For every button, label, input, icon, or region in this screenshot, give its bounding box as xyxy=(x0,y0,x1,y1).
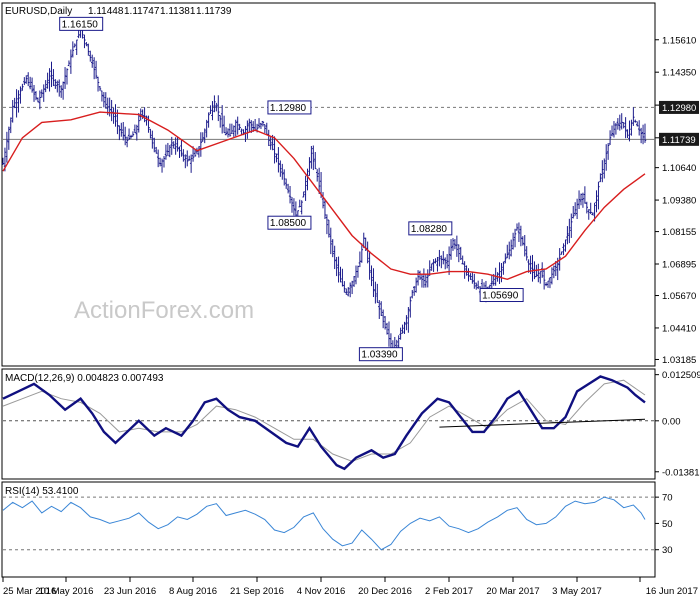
price-tag: 1.11739 xyxy=(659,132,699,146)
price-tag-label: 1.11739 xyxy=(662,135,696,146)
macd-ytick-label: -0.013813 xyxy=(662,467,700,478)
rsi-ytick-label: 50 xyxy=(662,519,673,530)
price-ytick-label: 1.15610 xyxy=(662,35,696,46)
price-tag: 1.12980 xyxy=(659,100,699,114)
annotation-label: 1.05690 xyxy=(482,291,519,302)
x-tick-label: 20 Dec 2016 xyxy=(358,586,412,597)
price-ytick-label: 1.04410 xyxy=(662,323,696,334)
price-ytick-label: 1.10640 xyxy=(662,163,696,174)
x-tick-label: 3 May 2017 xyxy=(552,586,602,597)
price-tag-label: 1.12980 xyxy=(662,103,696,114)
x-tick-label: 20 Mar 2017 xyxy=(486,586,539,597)
price-ytick-label: 1.14350 xyxy=(662,68,696,79)
annotation-box: 1.08500 xyxy=(267,215,312,230)
annotation-label: 1.08280 xyxy=(411,224,448,235)
macd-ytick-label: 0.00 xyxy=(662,416,681,427)
price-ytick-label: 1.05670 xyxy=(662,291,696,302)
chart-figure: ActionForex.com 1.156101.143501.130701.1… xyxy=(0,0,700,600)
x-tick-label: 2 Feb 2017 xyxy=(425,586,473,597)
macd-ytick-label: 0.012509 xyxy=(662,370,700,381)
ohlc-open: 1.11448 xyxy=(88,6,124,17)
x-tick-label: 21 Sep 2016 xyxy=(230,586,284,597)
x-tick-label: 8 Aug 2016 xyxy=(169,586,217,597)
annotation-box: 1.05690 xyxy=(479,288,524,303)
price-ytick-label: 1.08155 xyxy=(662,227,696,238)
macd-title: MACD(12,26,9) 0.004823 0.007493 xyxy=(5,373,164,384)
price-ytick-label: 1.09380 xyxy=(662,196,696,207)
x-tick-label: 4 Nov 2016 xyxy=(297,586,346,597)
ohlc-high: 1.11747 xyxy=(124,6,160,17)
rsi-ytick-label: 30 xyxy=(662,545,673,556)
rsi-ytick-label: 70 xyxy=(662,493,673,504)
price-ytick-label: 1.06895 xyxy=(662,260,696,271)
rsi-title: RSI(14) 53.4100 xyxy=(5,486,79,497)
annotation-box: 1.03390 xyxy=(358,347,403,362)
annotation-label: 1.08500 xyxy=(270,218,307,229)
annotation-label: 1.03390 xyxy=(361,350,398,361)
annotation-label: 1.16150 xyxy=(62,19,99,30)
annotation-box: 1.08280 xyxy=(408,221,453,236)
x-tick-label: 23 Jun 2016 xyxy=(104,586,156,597)
x-tick-label: 10 May 2016 xyxy=(39,586,94,597)
x-tick-label: 16 Jun 2017 xyxy=(646,586,698,597)
annotation-label: 1.12980 xyxy=(270,103,307,114)
price-title: EURUSD,Daily xyxy=(5,6,72,17)
price-ytick-label: 1.03185 xyxy=(662,355,696,366)
annotation-box: 1.16150 xyxy=(59,16,104,31)
watermark: ActionForex.com xyxy=(74,297,254,324)
ohlc-close: 1.11739 xyxy=(196,6,232,17)
annotation-box: 1.12980 xyxy=(267,100,312,115)
ohlc-low: 1.11381 xyxy=(160,6,196,17)
